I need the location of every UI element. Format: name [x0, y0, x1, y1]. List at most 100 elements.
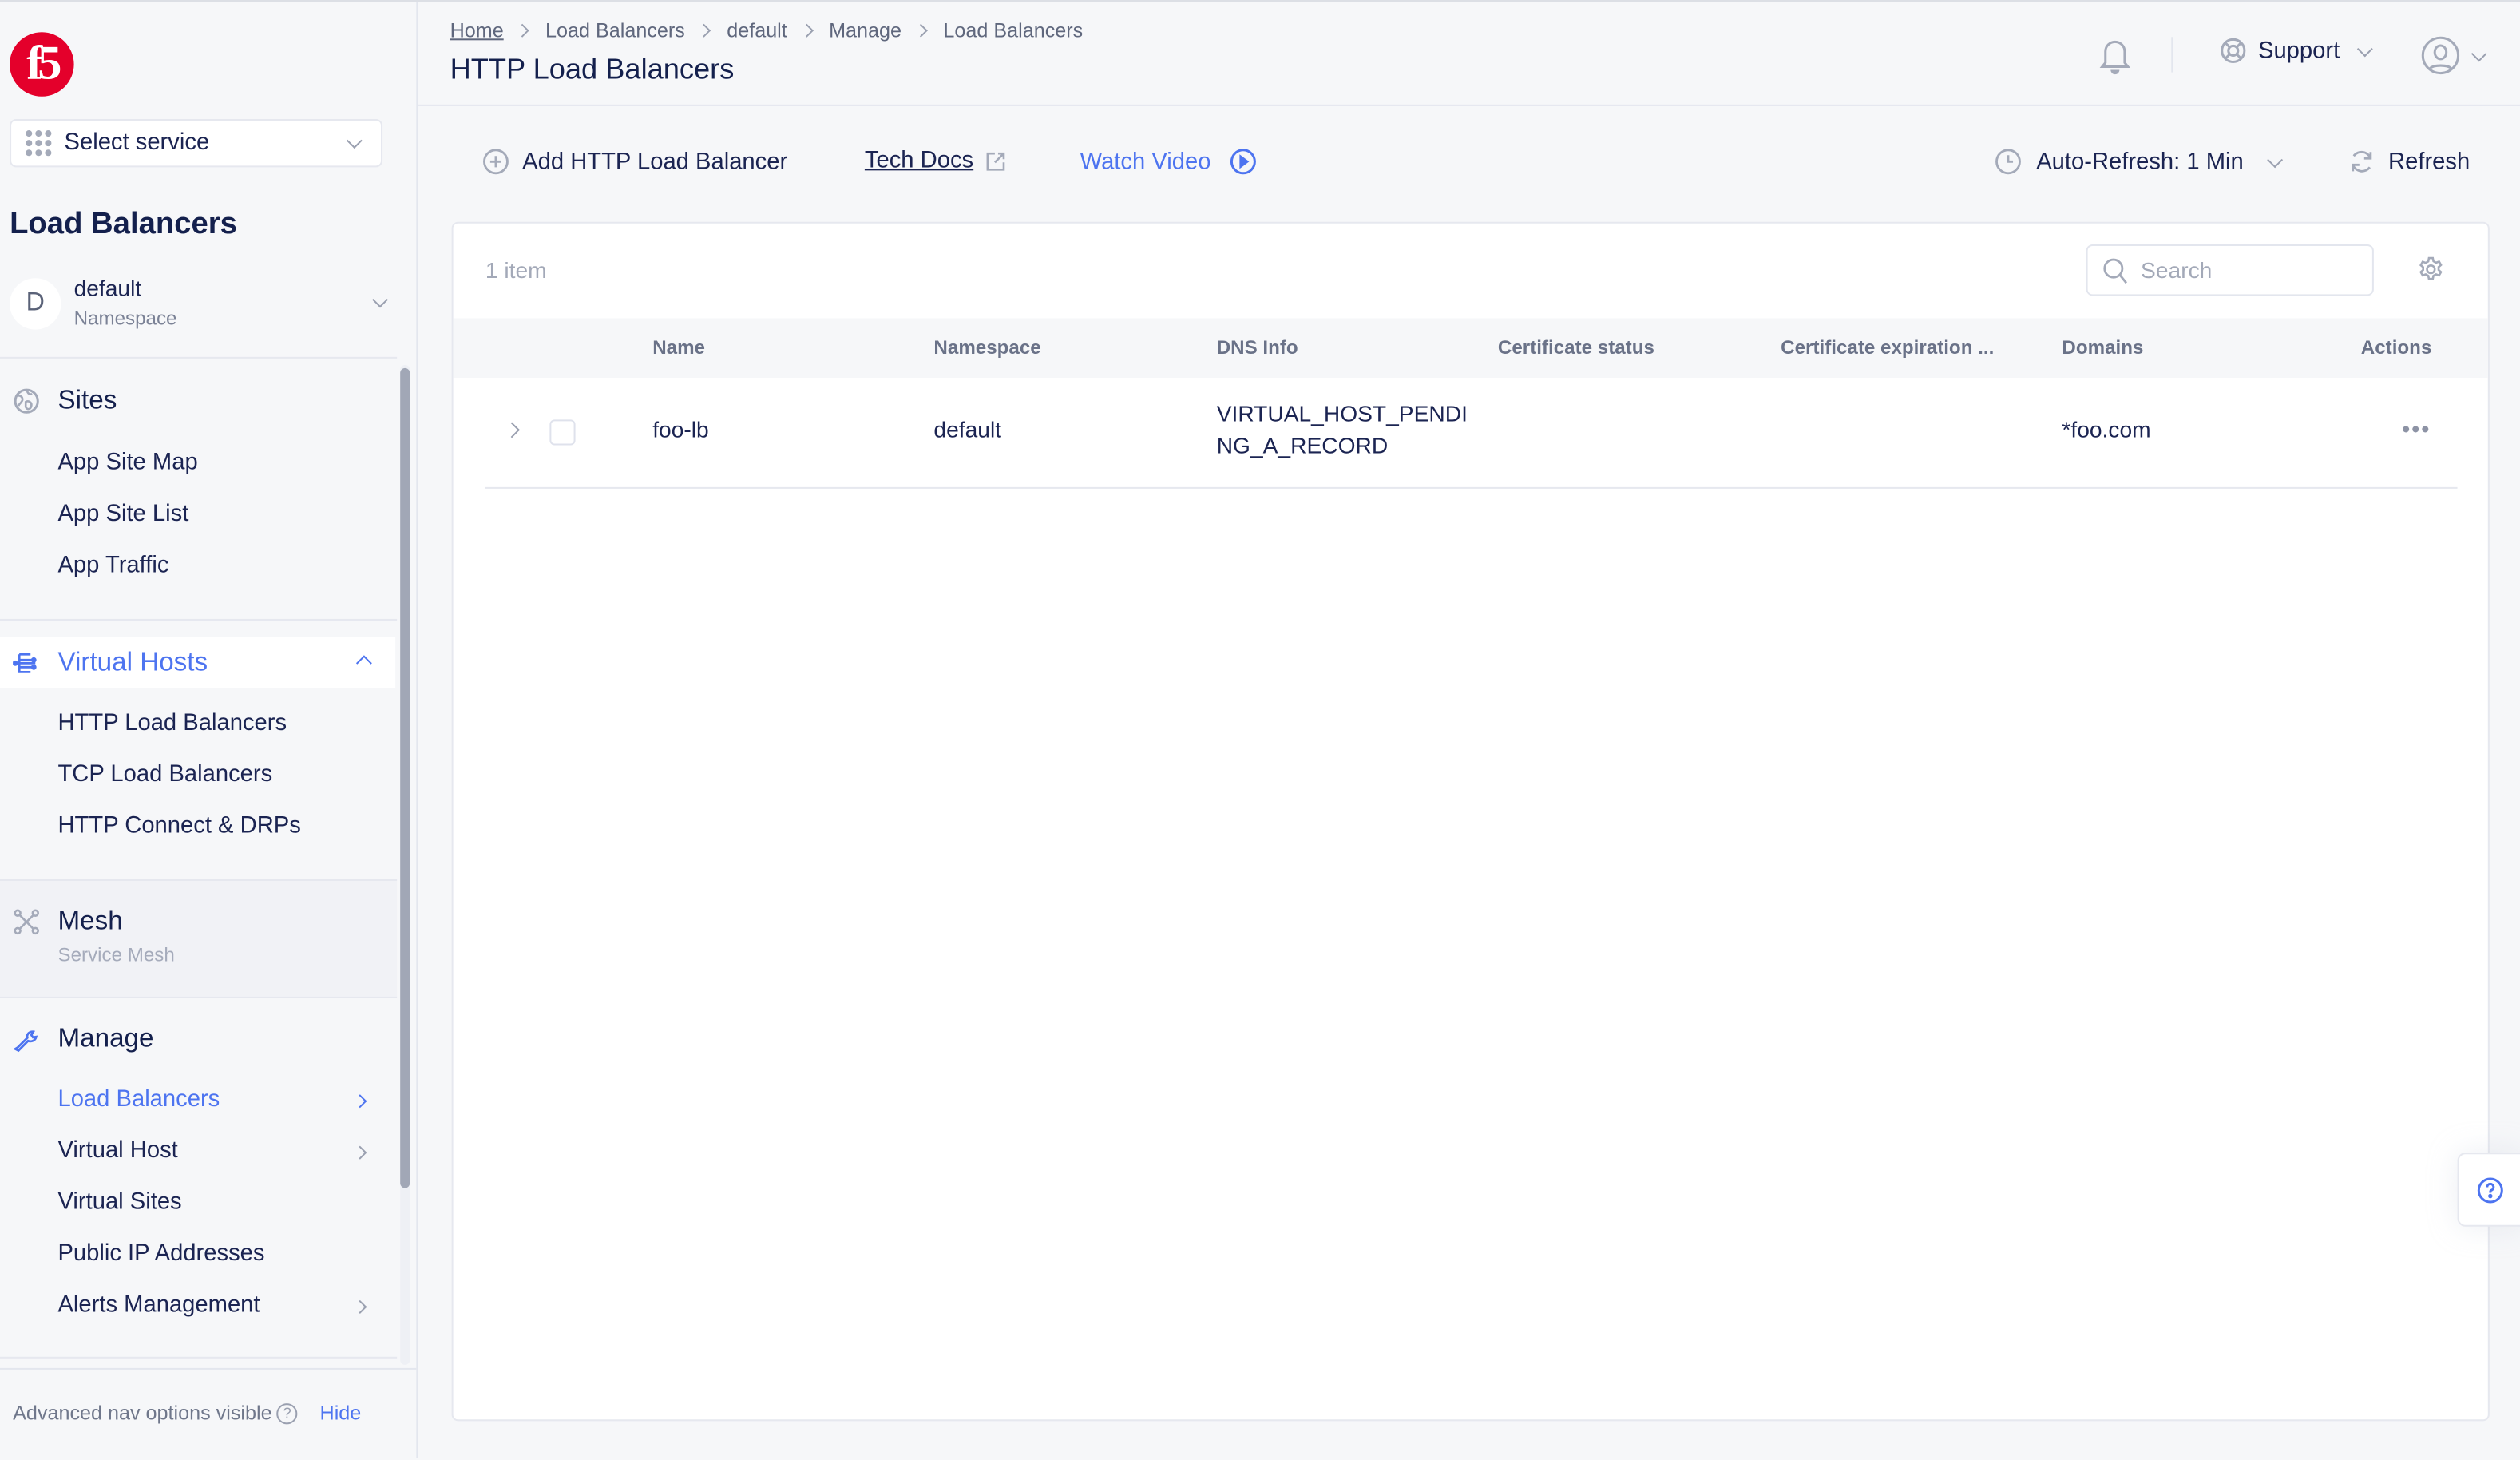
divider: [0, 356, 398, 359]
sidebar-section-mesh[interactable]: Mesh: [0, 895, 395, 946]
sidebar-item-alerts-management[interactable]: Alerts Management: [57, 1292, 379, 1318]
sidebar-section-label: Manage: [57, 1023, 154, 1053]
clock-icon: [1995, 149, 2021, 175]
cell-name[interactable]: foo-lb: [652, 416, 709, 442]
breadcrumb-manage[interactable]: Manage: [829, 19, 901, 42]
sidebar-item-virtual-sites[interactable]: Virtual Sites: [57, 1189, 379, 1215]
user-menu[interactable]: [2420, 35, 2487, 75]
help-button[interactable]: [2457, 1153, 2520, 1227]
sidebar-footer: Advanced nav options visible? Hide: [0, 1367, 417, 1460]
column-header-actions: Actions: [2360, 335, 2432, 359]
user-avatar-icon: [2421, 36, 2460, 75]
sidebar-item-label: Load Balancers: [57, 1086, 220, 1113]
sidebar-scrollbar-thumb[interactable]: [400, 367, 410, 1188]
row-checkbox[interactable]: [549, 419, 576, 446]
tech-docs-label: Tech Docs: [864, 148, 974, 174]
chevron-right-icon: [353, 1145, 367, 1160]
cell-dns-info-line1: VIRTUAL_HOST_PENDI: [1216, 400, 1468, 426]
refresh-button[interactable]: Refresh: [2348, 148, 2470, 175]
support-label: Support: [2257, 38, 2340, 64]
chevron-down-icon: [372, 292, 388, 308]
breadcrumb-load-balancers[interactable]: Load Balancers: [545, 19, 685, 42]
breadcrumb-home[interactable]: Home: [450, 19, 504, 42]
chevron-right-icon: [913, 23, 928, 38]
sidebar-item-virtual-host[interactable]: Virtual Host: [57, 1138, 379, 1164]
help-circle-icon: [2476, 1176, 2502, 1203]
tech-docs-link[interactable]: Tech Docs: [865, 148, 1006, 173]
select-service-label: Select service: [64, 130, 210, 157]
sidebar-item-app-site-list[interactable]: App Site List: [57, 502, 379, 527]
grid-dots-icon: [26, 130, 52, 157]
namespace-name: default: [73, 275, 142, 301]
namespace-avatar: D: [10, 278, 61, 330]
f5-logo[interactable]: f5: [10, 32, 74, 97]
chevron-down-icon: [346, 133, 363, 149]
sidebar-item-label: Virtual Sites: [57, 1189, 182, 1216]
table-header: Name Namespace DNS Info Certificate stat…: [453, 318, 2488, 379]
divider: [0, 618, 398, 621]
virtual-hosts-icon: [11, 648, 40, 676]
sidebar-item-label: Alerts Management: [57, 1292, 260, 1319]
bell-icon[interactable]: [2098, 37, 2133, 83]
sidebar-section-sublabel: Service Mesh: [57, 943, 175, 966]
chevron-down-icon: [2356, 40, 2373, 57]
lifebuoy-icon: [2221, 38, 2246, 64]
row-actions-more-icon[interactable]: [2403, 426, 2429, 433]
chevron-right-icon: [353, 1094, 367, 1109]
column-header-certificate-status[interactable]: Certificate status: [1498, 336, 1654, 359]
toolbar: Add HTTP Load Balancer Tech Docs Watch V…: [418, 106, 2520, 222]
divider: [0, 996, 398, 998]
breadcrumb-namespace[interactable]: default: [727, 19, 787, 42]
cell-domains: *foo.com: [2062, 416, 2151, 442]
search-field[interactable]: [2086, 244, 2374, 296]
page-header: Home Load Balancers default Manage Load …: [418, 2, 2520, 106]
sidebar-item-tcp-load-balancers[interactable]: TCP Load Balancers: [57, 762, 379, 788]
sidebar-item-public-ip-addresses[interactable]: Public IP Addresses: [57, 1241, 379, 1267]
column-header-dns-info[interactable]: DNS Info: [1217, 336, 1298, 359]
divider: [0, 1356, 398, 1359]
sidebar-section-manage[interactable]: Manage: [0, 1013, 395, 1064]
breadcrumb-current: Load Balancers: [943, 19, 1084, 42]
cell-namespace: default: [933, 416, 1002, 442]
column-header-name[interactable]: Name: [652, 336, 705, 359]
auto-refresh-dropdown[interactable]: Auto-Refresh: 1 Min: [1995, 148, 2283, 175]
advanced-nav-text: Advanced nav options visible: [13, 1402, 272, 1425]
table-row[interactable]: foo-lb default VIRTUAL_HOST_PENDI NG_A_R…: [485, 378, 2458, 489]
sidebar-section-virtual-hosts[interactable]: Virtual Hosts: [0, 637, 396, 688]
select-service-dropdown[interactable]: Select service: [10, 118, 383, 168]
sidebar-item-app-traffic[interactable]: App Traffic: [57, 553, 379, 578]
chevron-down-icon: [2267, 151, 2283, 168]
search-icon: [2103, 257, 2128, 284]
support-menu[interactable]: Support: [2220, 37, 2373, 64]
page-title: HTTP Load Balancers: [450, 53, 735, 85]
sidebar-title: Load Balancers: [10, 207, 237, 241]
sidebar-item-app-site-map[interactable]: App Site Map: [57, 450, 379, 476]
chevron-right-icon: [799, 23, 814, 38]
sidebar-section-label: Mesh: [57, 906, 123, 935]
sidebar-section-label: Virtual Hosts: [57, 647, 208, 676]
auto-refresh-label: Auto-Refresh: 1 Min: [2036, 149, 2244, 175]
external-link-icon: [985, 151, 1004, 170]
watch-video-link[interactable]: Watch Video: [1080, 148, 1258, 175]
sidebar-item-http-load-balancers[interactable]: HTTP Load Balancers: [57, 711, 379, 736]
chevron-up-icon: [355, 655, 372, 672]
gear-icon[interactable]: [2417, 256, 2444, 291]
chevron-down-icon: [2470, 45, 2487, 61]
sidebar-section-sites[interactable]: Sites: [0, 375, 395, 426]
sidebar-item-label: Virtual Host: [57, 1138, 178, 1164]
expand-row-chevron-icon[interactable]: [504, 422, 521, 438]
load-balancers-table-card: 1 item Name Namespace DNS Info Certifica…: [451, 221, 2490, 1422]
column-header-domains[interactable]: Domains: [2062, 336, 2143, 359]
sidebar-item-http-connect-drps[interactable]: HTTP Connect & DRPs: [57, 813, 379, 839]
search-input[interactable]: [2138, 256, 2353, 285]
namespace-sublabel: Namespace: [73, 307, 177, 330]
sidebar-item-load-balancers[interactable]: Load Balancers: [57, 1087, 379, 1113]
column-header-certificate-expiration[interactable]: Certificate expiration ...: [1781, 336, 1994, 359]
advanced-nav-note: Advanced nav options visible?: [13, 1402, 298, 1425]
help-circle-icon[interactable]: ?: [276, 1403, 298, 1425]
hide-advanced-nav-link[interactable]: Hide: [320, 1402, 362, 1424]
namespace-selector[interactable]: D default Namespace: [10, 275, 402, 332]
add-http-load-balancer-button[interactable]: Add HTTP Load Balancer: [482, 148, 787, 175]
column-header-namespace[interactable]: Namespace: [933, 336, 1040, 359]
refresh-icon: [2352, 150, 2372, 173]
